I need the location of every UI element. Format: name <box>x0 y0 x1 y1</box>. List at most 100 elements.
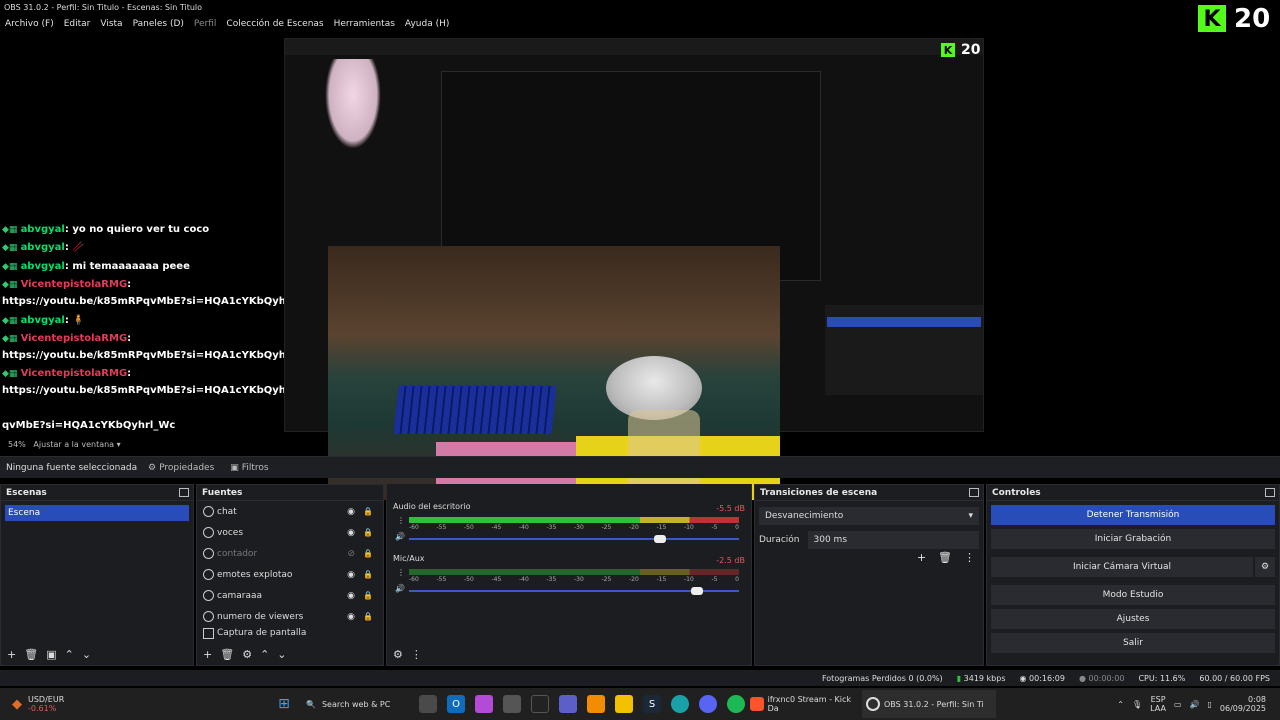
menu-bar: Archivo (F) Editar Vista Paneles (D) Per… <box>0 16 1280 32</box>
discord-icon[interactable] <box>699 695 717 713</box>
windows-start-icon[interactable]: ⊞ <box>275 695 293 713</box>
add-icon[interactable]: + <box>203 648 212 661</box>
source-item[interactable]: chat ◉ 🔒 <box>197 501 383 522</box>
microphone-icon[interactable]: 🎙 <box>1132 700 1142 709</box>
lock-icon[interactable]: 🔒 <box>363 570 373 579</box>
taskbar-app-obs[interactable]: OBS 31.0.2 - Perfil: Sin Ti <box>862 690 996 718</box>
gear-icon[interactable]: ⚙ <box>242 648 252 661</box>
kick-logo-icon: K <box>941 43 955 57</box>
stop-streaming-button[interactable]: Detener Transmisión <box>991 505 1275 525</box>
lock-icon[interactable]: 🔒 <box>363 528 373 537</box>
volume-icon[interactable]: 🔊 <box>1190 700 1200 709</box>
slider-knob[interactable] <box>654 535 666 543</box>
scene-item[interactable]: Escena <box>5 505 189 521</box>
taskbar-app-browser[interactable]: ifrxnc0 Stream - Kick Da <box>750 695 862 713</box>
spotify-icon[interactable] <box>727 695 745 713</box>
channel-name: Audio del escritorio <box>393 502 471 511</box>
menu-editar[interactable]: Editar <box>59 19 96 29</box>
source-item[interactable]: voces ◉ 🔒 <box>197 522 383 543</box>
file-explorer-icon[interactable] <box>615 695 633 713</box>
menu-perfil[interactable]: Perfil <box>189 19 222 29</box>
outlook-icon[interactable]: O <box>447 695 465 713</box>
lock-icon[interactable]: 🔒 <box>363 612 373 621</box>
menu-dots-icon[interactable]: ⋮ <box>411 648 422 661</box>
edge-icon[interactable] <box>671 695 689 713</box>
eye-icon[interactable]: ◉ <box>347 507 355 517</box>
trash-icon[interactable]: 🗑 <box>938 551 952 564</box>
widgets-icon[interactable] <box>419 695 437 713</box>
eye-icon[interactable]: ◉ <box>347 591 355 601</box>
arrow-up-icon[interactable]: ⌃ <box>260 648 269 661</box>
eye-icon[interactable]: ◉ <box>347 612 355 622</box>
menu-paneles[interactable]: Paneles (D) <box>128 19 189 29</box>
menu-dots-icon[interactable]: ⋮ <box>964 551 975 564</box>
arrow-up-icon[interactable]: ⌃ <box>65 648 74 661</box>
menu-archivo[interactable]: Archivo (F) <box>0 19 59 29</box>
exit-button[interactable]: Salir <box>991 633 1275 653</box>
filter-icon[interactable]: ▣ <box>46 648 56 661</box>
chevron-up-icon[interactable]: ⌃ <box>1117 700 1124 709</box>
network-icon[interactable]: ▭ <box>1174 700 1182 709</box>
menu-coleccion[interactable]: Colección de Escenas <box>221 19 328 29</box>
lock-icon[interactable]: 🔒 <box>363 549 373 558</box>
ticker-widget[interactable]: ◆ USD/EUR -0.61% <box>0 695 270 713</box>
lock-icon[interactable]: 🔒 <box>363 591 373 600</box>
start-virtual-camera-button[interactable]: Iniciar Cámara Virtual <box>991 557 1253 577</box>
speaker-icon[interactable]: 🔊 <box>395 532 405 541</box>
add-icon[interactable]: + <box>917 551 926 564</box>
vlc-icon[interactable] <box>587 695 605 713</box>
slider-knob[interactable] <box>691 587 703 595</box>
capcut-icon[interactable] <box>531 695 549 713</box>
volume-slider[interactable] <box>409 587 739 595</box>
steam-icon[interactable]: S <box>643 695 661 713</box>
cpu-usage: CPU: 11.6% <box>1138 673 1186 683</box>
eye-off-icon[interactable]: ⊘ <box>347 549 355 559</box>
store-icon[interactable] <box>503 695 521 713</box>
eye-icon[interactable]: ◉ <box>347 528 355 538</box>
speaker-icon[interactable]: 🔊 <box>395 584 405 593</box>
viewer-count: 20 <box>1234 4 1271 34</box>
settings-button[interactable]: Ajustes <box>991 609 1275 629</box>
arrow-down-icon[interactable]: ⌄ <box>277 648 286 661</box>
volume-slider[interactable] <box>409 535 739 543</box>
start-recording-button[interactable]: Iniciar Grabación <box>991 529 1275 549</box>
gear-icon[interactable]: ⚙ <box>1255 557 1275 577</box>
source-item[interactable]: Captura de pantalla <box>197 627 383 639</box>
trash-icon[interactable]: 🗑 <box>220 648 234 661</box>
language-indicator[interactable]: ESP LAA <box>1150 695 1166 713</box>
gear-icon[interactable]: ⚙ <box>393 648 403 661</box>
undock-icon[interactable] <box>179 488 189 497</box>
menu-vista[interactable]: Vista <box>95 19 127 29</box>
source-item[interactable]: emotes explotao ◉ 🔒 <box>197 564 383 585</box>
source-item[interactable]: numero de viewers ◉ 🔒 <box>197 606 383 627</box>
sources-toolbar: + 🗑 ⚙ ⌃ ⌄ <box>197 643 383 665</box>
lock-icon[interactable]: 🔒 <box>363 507 373 516</box>
add-icon[interactable]: + <box>7 648 16 661</box>
undock-icon[interactable] <box>1265 488 1275 497</box>
teams-icon[interactable] <box>559 695 577 713</box>
clock[interactable]: 0:08 06/09/2025 <box>1220 695 1266 713</box>
fps: 60.00 / 60.00 FPS <box>1199 673 1270 683</box>
menu-dots-icon[interactable]: ⋮ <box>397 516 405 525</box>
zoom-row[interactable]: 54% Ajustar a la ventana ▾ <box>8 440 121 449</box>
transition-select[interactable]: Desvanecimiento ▾ <box>759 507 979 525</box>
properties-button[interactable]: ⚙ Propiedades <box>140 463 222 473</box>
menu-herramientas[interactable]: Herramientas <box>329 19 400 29</box>
undock-icon[interactable] <box>969 488 979 497</box>
menu-dots-icon[interactable]: ⋮ <box>397 568 405 577</box>
duration-input[interactable]: 300 ms <box>807 531 979 549</box>
source-item[interactable]: camaraaa ◉ 🔒 <box>197 585 383 606</box>
source-item[interactable]: contador ⊘ 🔒 <box>197 543 383 564</box>
menu-ayuda[interactable]: Ayuda (H) <box>400 19 454 29</box>
taskbar-search[interactable]: 🔍 Search web & PC <box>298 700 414 709</box>
fit-window[interactable]: Ajustar a la ventana <box>33 440 114 449</box>
filters-button[interactable]: ▣ Filtros <box>222 463 276 473</box>
eye-icon[interactable]: ◉ <box>347 570 355 580</box>
studio-mode-button[interactable]: Modo Estudio <box>991 585 1275 605</box>
battery-icon[interactable]: ▯ <box>1207 700 1211 709</box>
chevron-down-icon[interactable]: ▾ <box>117 440 121 449</box>
trash-icon[interactable]: 🗑 <box>24 648 38 661</box>
copilot-icon[interactable] <box>475 695 493 713</box>
arrow-down-icon[interactable]: ⌄ <box>82 648 91 661</box>
brave-icon <box>750 697 764 711</box>
